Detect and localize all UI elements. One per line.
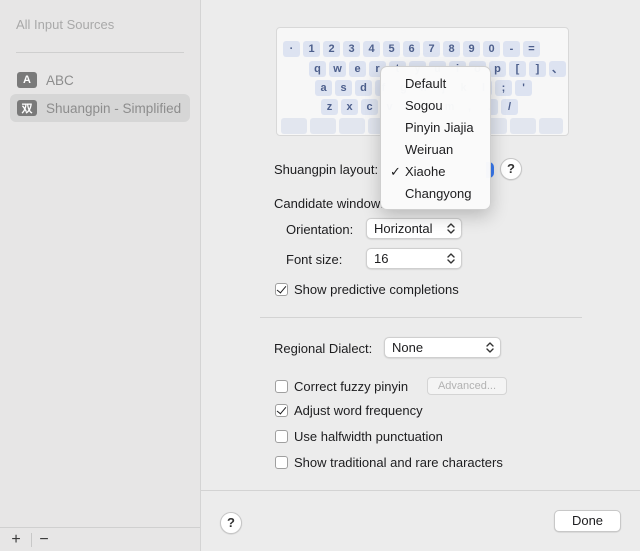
keyboard-key: 3 xyxy=(343,41,360,57)
keyboard-key: 、 xyxy=(549,61,566,77)
keyboard-key: 6 xyxy=(403,41,420,57)
menu-item-label: Pinyin Jiajia xyxy=(405,120,474,135)
fuzzy-pinyin-checkbox[interactable] xyxy=(275,380,288,393)
help-button[interactable]: ? xyxy=(220,512,242,534)
keyboard-key: = xyxy=(523,41,540,57)
remove-source-button[interactable]: − xyxy=(34,531,54,549)
sidebar-header: All Input Sources xyxy=(16,17,115,32)
orientation-value: Horizontal xyxy=(374,221,433,236)
orientation-select[interactable]: Horizontal xyxy=(366,218,462,239)
chevron-updown-icon xyxy=(447,223,455,234)
regional-dialect-value: None xyxy=(392,340,424,355)
predictive-completions-label: Show predictive completions xyxy=(294,282,459,297)
regional-dialect-select[interactable]: None xyxy=(384,337,501,358)
chevron-updown-icon xyxy=(447,253,455,264)
keyboard-key: 4 xyxy=(363,41,380,57)
keyboard-key: ; xyxy=(495,80,512,96)
abc-badge-icon: A xyxy=(17,72,37,88)
halfwidth-punctuation-checkbox[interactable] xyxy=(275,430,288,443)
menu-item-default[interactable]: Default xyxy=(381,73,492,95)
footer-divider xyxy=(201,490,640,491)
advanced-button[interactable]: Advanced... xyxy=(427,377,507,395)
regional-dialect-label: Regional Dialect: xyxy=(274,341,373,356)
keyboard-key: - xyxy=(503,41,520,57)
keyboard-key: s xyxy=(335,80,352,96)
keyboard-key: w xyxy=(329,61,346,77)
sidebar-footer: + − xyxy=(0,527,200,551)
sidebar: All Input Sources A ABC 双 Shuangpin - Si… xyxy=(0,0,201,551)
keyboard-key: e xyxy=(349,61,366,77)
keyboard-key xyxy=(310,118,336,134)
keyboard-key: ' xyxy=(515,80,532,96)
menu-item-label: Xiaohe xyxy=(405,164,446,179)
keyboard-key: 9 xyxy=(463,41,480,57)
predictive-completions-checkbox[interactable] xyxy=(275,283,288,296)
adjust-frequency-label: Adjust word frequency xyxy=(294,403,423,418)
keyboard-key: [ xyxy=(509,61,526,77)
keyboard-key: 5 xyxy=(383,41,400,57)
keyboard-key: ] xyxy=(529,61,546,77)
traditional-characters-checkbox[interactable] xyxy=(275,456,288,469)
input-source-shuangpin[interactable]: 双 Shuangpin - Simplified xyxy=(10,94,190,122)
menu-item-label: Changyong xyxy=(405,186,472,201)
menu-item-sogou[interactable]: Sogou xyxy=(381,95,492,117)
checkmark-icon: ✓ xyxy=(390,164,401,179)
input-source-label: ABC xyxy=(46,72,74,88)
keyboard-key: / xyxy=(501,99,518,115)
font-size-select[interactable]: 16 xyxy=(366,248,462,269)
section-divider xyxy=(260,317,582,318)
font-size-value: 16 xyxy=(374,251,389,266)
sidebar-divider xyxy=(16,52,184,53)
keyboard-key xyxy=(281,118,307,134)
keyboard-key: z xyxy=(321,99,338,115)
traditional-characters-label: Show traditional and rare characters xyxy=(294,455,503,470)
input-source-abc[interactable]: A ABC xyxy=(10,66,190,94)
keyboard-key: c xyxy=(361,99,378,115)
keyboard-key: 8 xyxy=(443,41,460,57)
menu-item-xiaohe[interactable]: ✓ Xiaohe xyxy=(381,161,492,183)
keyboard-key: x xyxy=(341,99,358,115)
keyboard-key xyxy=(510,118,536,134)
chevron-updown-icon xyxy=(486,342,494,353)
candidate-window-label: Candidate window: xyxy=(274,196,384,211)
shuangpin-layout-menu: Default Sogou Pinyin Jiajia Weiruan ✓ Xi… xyxy=(380,66,491,210)
keyboard-key: d xyxy=(355,80,372,96)
done-button[interactable]: Done xyxy=(554,510,621,532)
menu-item-pinyin-jiajia[interactable]: Pinyin Jiajia xyxy=(381,117,492,139)
input-source-label: Shuangpin - Simplified xyxy=(46,100,182,116)
keyboard-key: a xyxy=(315,80,332,96)
layout-help-button[interactable]: ? xyxy=(500,158,522,180)
adjust-frequency-checkbox[interactable] xyxy=(275,404,288,417)
add-source-button[interactable]: + xyxy=(6,531,26,549)
halfwidth-punctuation-label: Use halfwidth punctuation xyxy=(294,429,443,444)
menu-item-changyong[interactable]: Changyong xyxy=(381,183,492,205)
shuangpin-badge-icon: 双 xyxy=(17,100,37,116)
keyboard-key: 1 xyxy=(303,41,320,57)
menu-item-label: Default xyxy=(405,76,447,91)
keyboard-key: 7 xyxy=(423,41,440,57)
orientation-label: Orientation: xyxy=(286,222,354,237)
keyboard-key xyxy=(339,118,365,134)
keyboard-key: 2 xyxy=(323,41,340,57)
keyboard-key xyxy=(539,118,563,134)
keyboard-key: q xyxy=(309,61,326,77)
menu-item-label: Weiruan xyxy=(405,142,454,157)
footer-divider xyxy=(31,533,32,547)
keyboard-key: 0 xyxy=(483,41,500,57)
shuangpin-layout-label: Shuangpin layout: xyxy=(274,162,379,177)
fuzzy-pinyin-label: Correct fuzzy pinyin xyxy=(294,379,409,394)
keyboard-key: · xyxy=(283,41,300,57)
menu-item-weiruan[interactable]: Weiruan xyxy=(381,139,492,161)
font-size-label: Font size: xyxy=(286,252,343,267)
menu-item-label: Sogou xyxy=(405,98,443,113)
